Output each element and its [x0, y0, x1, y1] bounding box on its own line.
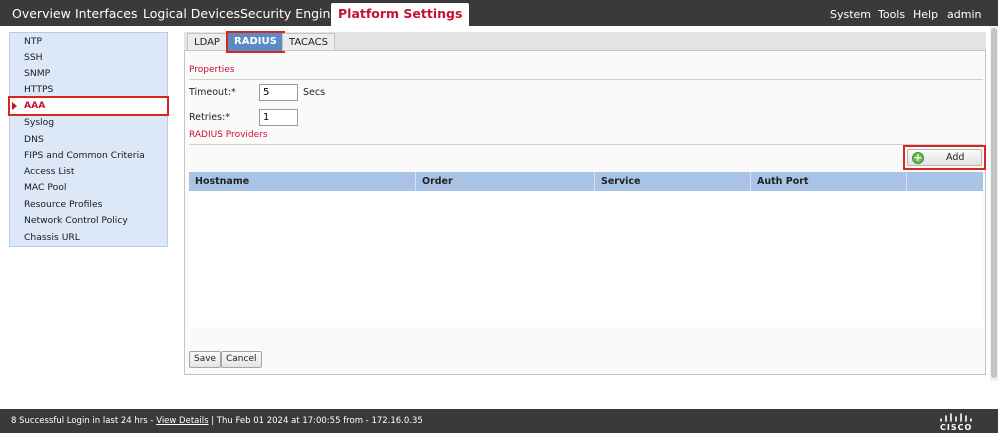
properties-section-title: Properties [189, 65, 235, 75]
scrollbar-thumb[interactable] [991, 28, 997, 378]
radius-providers-title: RADIUS Providers [189, 130, 268, 140]
timeout-label: Timeout:* [189, 87, 236, 98]
sidebar-item-dns[interactable]: DNS [24, 133, 44, 147]
subtab-radius[interactable]: RADIUS [226, 31, 285, 53]
sidebar-item-resource-profiles[interactable]: Resource Profiles [24, 198, 102, 212]
retries-input[interactable] [259, 109, 298, 126]
sidebar-item-https[interactable]: HTTPS [24, 83, 53, 97]
tab-platform-settings[interactable]: Platform Settings [331, 3, 470, 26]
add-provider-button[interactable]: + Add [907, 149, 982, 166]
menu-system[interactable]: System [830, 0, 871, 26]
menu-admin[interactable]: admin [947, 0, 981, 26]
providers-table-body [189, 191, 983, 327]
session-info: | Thu Feb 01 2024 at 17:00:55 from - 172… [208, 416, 423, 426]
sidebar-item-snmp[interactable]: SNMP [24, 67, 50, 81]
sidebar-item-ssh[interactable]: SSH [24, 51, 43, 65]
providers-divider [189, 144, 983, 145]
subtab-tacacs[interactable]: TACACS [282, 33, 335, 51]
sidebar-item-access-list[interactable]: Access List [24, 165, 74, 179]
view-details-link[interactable]: View Details [156, 416, 208, 426]
timeout-input[interactable] [259, 84, 298, 101]
cisco-brand-text: CISCO [940, 423, 973, 432]
tab-logical-devices[interactable]: Logical Devices [143, 0, 240, 26]
column-order[interactable]: Order [416, 172, 595, 191]
menu-help[interactable]: Help [913, 0, 938, 26]
tab-security-engine[interactable]: Security Engine [240, 0, 338, 26]
subtab-ldap[interactable]: LDAP [187, 33, 227, 51]
login-summary: 8 Successful Login in last 24 hrs - [11, 416, 157, 426]
properties-divider [189, 79, 983, 80]
retries-label: Retries:* [189, 112, 231, 123]
save-button[interactable]: Save [189, 351, 222, 368]
status-bar: 8 Successful Login in last 24 hrs - View… [0, 409, 998, 433]
add-button-label: Add [946, 152, 965, 163]
sidebar-item-mac-pool[interactable]: MAC Pool [24, 181, 66, 195]
sidebar-item-chassis-url[interactable]: Chassis URL [24, 231, 80, 245]
tab-overview[interactable]: Overview [12, 0, 71, 26]
arrow-right-icon [12, 102, 17, 110]
column-hostname[interactable]: Hostname [189, 172, 416, 191]
top-navigation-bar: Overview Interfaces Logical Devices Secu… [0, 0, 998, 26]
sidebar-item-fips[interactable]: FIPS and Common Criteria [24, 149, 145, 163]
column-service[interactable]: Service [595, 172, 751, 191]
column-auth-port[interactable]: Auth Port [751, 172, 907, 191]
cancel-button[interactable]: Cancel [221, 351, 262, 368]
sidebar-item-network-control-policy[interactable]: Network Control Policy [24, 214, 128, 228]
menu-tools[interactable]: Tools [878, 0, 905, 26]
sidebar-item-ntp[interactable]: NTP [24, 35, 42, 49]
tab-interfaces[interactable]: Interfaces [75, 0, 137, 26]
plus-circle-icon: + [912, 151, 924, 164]
sidebar-item-syslog[interactable]: Syslog [24, 116, 54, 130]
sidebar-item-aaa[interactable]: AAA [24, 99, 45, 113]
providers-table-header: Hostname Order Service Auth Port [189, 172, 983, 191]
timeout-unit-label: Secs [303, 87, 326, 98]
